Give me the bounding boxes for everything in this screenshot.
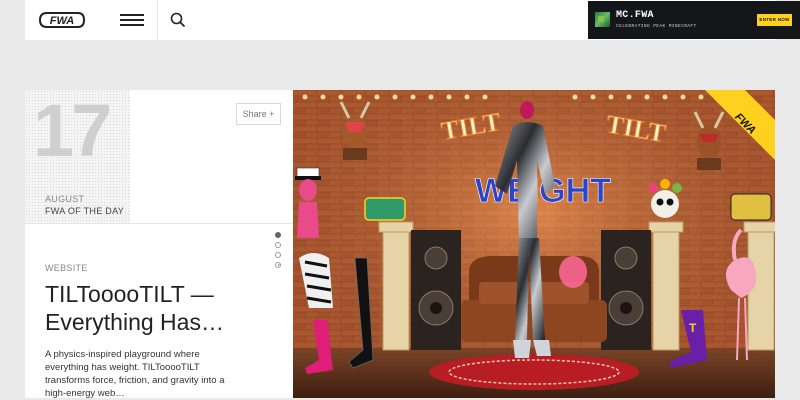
carousel-dot[interactable]	[275, 242, 281, 248]
award-type: FWA OF THE DAY	[45, 206, 125, 216]
promo-title: MC.FWA	[616, 10, 654, 21]
award-month: AUGUST	[45, 194, 85, 204]
minecraft-thumbnail-icon	[595, 12, 610, 27]
search-icon[interactable]	[170, 12, 186, 28]
hero-image[interactable]: TILT TILT WEIGHT T FWA	[293, 90, 775, 398]
award-card-info: 17 AUGUST FWA OF THE DAY Share + WEBSITE…	[25, 90, 293, 399]
fwa-corner-ribbon: FWA	[705, 90, 775, 160]
carousel-dot[interactable]	[275, 252, 281, 258]
share-button[interactable]: Share +	[236, 103, 281, 125]
carousel-dot[interactable]	[275, 232, 281, 238]
top-bar: FWA MC.FWA CELEBRATING PEAK MINECRAFT EN…	[25, 0, 800, 40]
promo-banner[interactable]: MC.FWA CELEBRATING PEAK MINECRAFT ENTER …	[588, 1, 800, 39]
promo-subtitle: CELEBRATING PEAK MINECRAFT	[616, 24, 697, 29]
hamburger-menu-icon[interactable]	[120, 14, 144, 26]
award-day: 17	[33, 89, 112, 172]
date-box: 17 AUGUST FWA OF THE DAY	[25, 90, 130, 223]
carousel-pagination	[275, 232, 281, 272]
site-category: WEBSITE	[45, 263, 88, 273]
fwa-logo[interactable]: FWA	[38, 11, 86, 29]
carousel-play-icon[interactable]	[275, 262, 281, 268]
card-divider	[25, 223, 293, 224]
promo-enter-button[interactable]: ENTER NOW	[757, 14, 792, 26]
site-description: A physics-inspired playground where ever…	[45, 349, 225, 399]
header-divider	[157, 0, 158, 40]
logo-text: FWA	[50, 15, 74, 27]
site-title-link[interactable]: TILTooooTILT — Everything Has…	[45, 280, 245, 336]
